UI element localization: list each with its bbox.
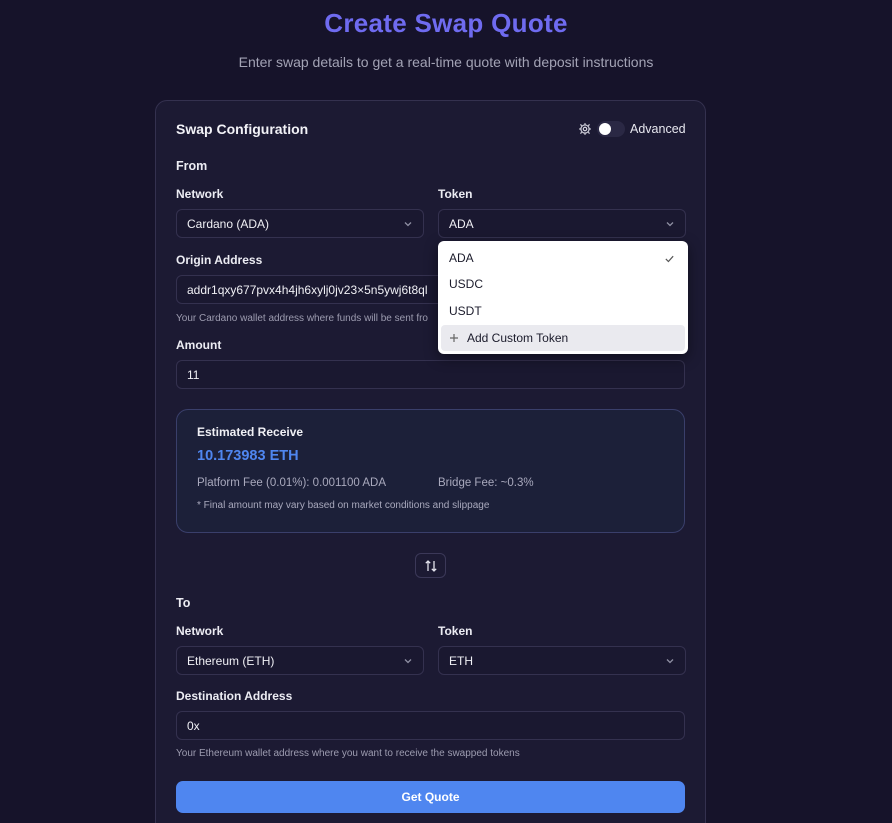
toggle-knob <box>599 123 611 135</box>
to-network-select[interactable]: Ethereum (ETH) <box>176 646 424 675</box>
from-token-label: Token <box>438 187 473 201</box>
amount-value: 11 <box>187 367 200 382</box>
origin-address-label: Origin Address <box>176 253 263 267</box>
check-icon <box>665 255 674 263</box>
to-token-label: Token <box>438 624 473 638</box>
add-custom-token-label: Add Custom Token <box>467 331 569 345</box>
token-option-label: ADA <box>449 251 474 265</box>
to-section-label: To <box>176 596 191 610</box>
to-token-select[interactable]: ETH <box>438 646 686 675</box>
destination-address-value: 0x <box>187 718 200 733</box>
destination-address-label: Destination Address <box>176 689 293 703</box>
from-token-value: ADA <box>449 216 474 231</box>
advanced-label: Advanced <box>630 122 686 136</box>
swap-direction-button[interactable] <box>415 553 446 578</box>
to-network-value: Ethereum (ETH) <box>187 653 275 668</box>
estimated-receive-panel: Estimated Receive 10.173983 ETH Platform… <box>176 409 685 533</box>
estimate-value: 10.173983 ETH <box>197 448 299 464</box>
swap-vertical-icon <box>424 559 437 572</box>
estimate-title: Estimated Receive <box>197 425 304 439</box>
origin-address-helper: Your Cardano wallet address where funds … <box>176 313 428 324</box>
from-network-value: Cardano (ADA) <box>187 216 270 231</box>
plus-icon <box>450 334 458 342</box>
from-token-select[interactable]: ADA <box>438 209 686 238</box>
chevron-down-icon <box>404 222 412 227</box>
swap-configuration-card: Swap Configuration Advanced From Network… <box>155 100 706 823</box>
bridge-fee: Bridge Fee: ~0.3% <box>438 477 534 489</box>
advanced-toggle[interactable] <box>597 121 625 137</box>
amount-label: Amount <box>176 338 222 352</box>
from-section-label: From <box>176 159 208 173</box>
destination-address-helper: Your Ethereum wallet address where you w… <box>176 748 520 759</box>
token-option-label: USDT <box>449 304 482 318</box>
chevron-down-icon <box>404 659 412 664</box>
token-option-usdc[interactable]: USDC <box>441 271 685 297</box>
add-custom-token-option[interactable]: Add Custom Token <box>441 325 685 351</box>
token-option-usdt[interactable]: USDT <box>441 298 685 324</box>
chevron-down-icon <box>666 222 674 227</box>
from-network-label: Network <box>176 187 224 201</box>
token-option-label: USDC <box>449 277 484 291</box>
destination-address-input[interactable]: 0x <box>176 711 685 740</box>
chevron-down-icon <box>666 659 674 664</box>
page-subtitle: Enter swap details to get a real-time qu… <box>238 54 654 70</box>
from-network-select[interactable]: Cardano (ADA) <box>176 209 424 238</box>
origin-address-value: addr1qxy677pvx4h4jh6xylj0jv23×5n5ywj6t8q… <box>187 282 428 297</box>
page-title: Create Swap Quote <box>324 8 568 38</box>
to-token-value: ETH <box>449 653 473 668</box>
token-dropdown-menu: ADA USDC USDT Add Custom Token <box>438 241 688 354</box>
gear-icon[interactable] <box>578 122 592 136</box>
platform-fee: Platform Fee (0.01%): 0.001100 ADA <box>197 477 386 489</box>
card-title: Swap Configuration <box>176 121 309 137</box>
to-network-label: Network <box>176 624 224 638</box>
estimate-note: * Final amount may vary based on market … <box>197 500 490 511</box>
get-quote-button[interactable]: Get Quote <box>176 781 685 813</box>
token-option-ada[interactable]: ADA <box>441 245 685 271</box>
amount-input[interactable]: 11 <box>176 360 685 389</box>
